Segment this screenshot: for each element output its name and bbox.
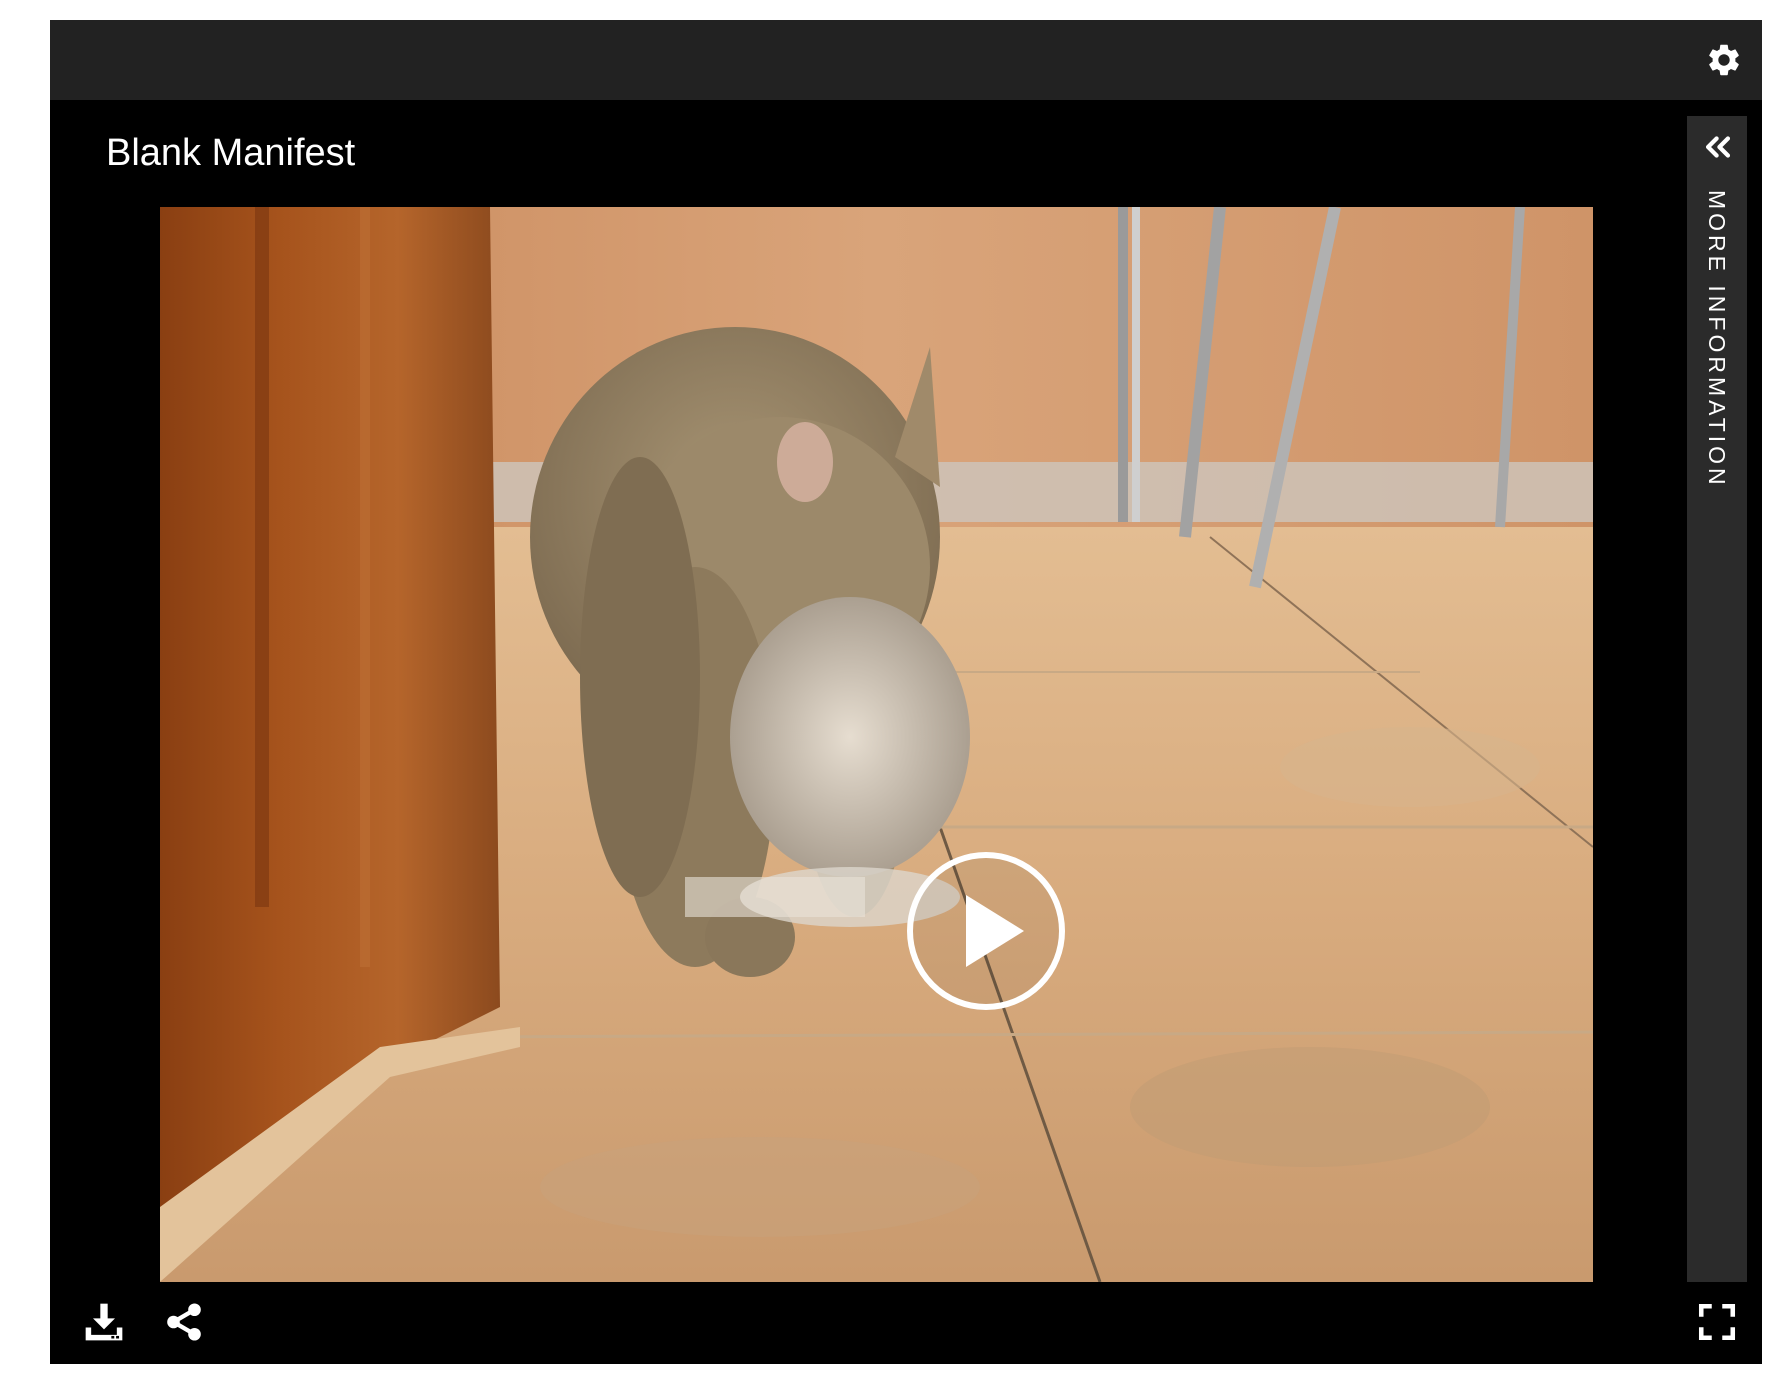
double-chevron-left-icon [1705, 136, 1731, 158]
play-icon [907, 852, 1065, 1010]
gear-icon [1709, 44, 1739, 76]
more-information-label: MORE INFORMATION [1704, 190, 1730, 489]
share-button[interactable] [160, 1298, 208, 1346]
video-title: Blank Manifest [106, 132, 356, 174]
download-button[interactable] [80, 1298, 128, 1346]
settings-button[interactable] [1700, 36, 1748, 84]
media-player: Blank Manifest MORE INFORMATION [50, 20, 1762, 1364]
player-toolbar [50, 20, 1762, 100]
more-information-toggle[interactable]: MORE INFORMATION [1687, 116, 1747, 1282]
share-icon [167, 1303, 201, 1341]
fullscreen-icon [1698, 1303, 1736, 1341]
video-frame[interactable] [160, 207, 1593, 1282]
download-icon [85, 1303, 123, 1341]
play-button[interactable] [906, 851, 1066, 1011]
fullscreen-button[interactable] [1693, 1298, 1741, 1346]
video-still-image [160, 207, 1593, 1282]
